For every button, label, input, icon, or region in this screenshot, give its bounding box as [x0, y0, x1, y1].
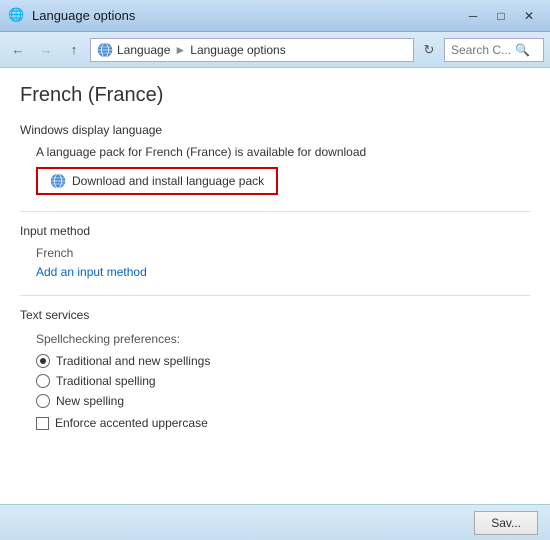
radio-label-3: New spelling [56, 394, 124, 408]
up-button[interactable]: ↑ [62, 38, 86, 62]
main-content: French (France) Windows display language… [0, 68, 550, 504]
forward-button[interactable]: → [34, 38, 58, 62]
text-services-label: Text services [20, 308, 530, 322]
minimize-button[interactable]: ─ [460, 5, 486, 27]
title-bar: 🌐 Language options ─ □ ✕ [0, 0, 550, 32]
download-info-text: A language pack for French (France) is a… [36, 145, 530, 159]
download-globe-icon [50, 173, 66, 189]
path-text: Language [117, 43, 170, 57]
window-title: Language options [32, 8, 135, 23]
close-button[interactable]: ✕ [516, 5, 542, 27]
address-bar: ← → ↑ Language ► Language options ↻ 🔍 [0, 32, 550, 68]
search-icon: 🔍 [515, 43, 530, 57]
input-method-name: French [36, 246, 530, 260]
path-current: Language options [190, 43, 285, 57]
spellcheck-label: Spellchecking preferences: [36, 332, 530, 346]
download-install-button[interactable]: Download and install language pack [36, 167, 278, 195]
input-method-section: Input method French Add an input method [20, 224, 530, 279]
radio-circle-2 [36, 374, 50, 388]
title-controls: ─ □ ✕ [460, 5, 542, 27]
page-title: French (France) [20, 84, 530, 107]
input-method-label: Input method [20, 224, 530, 238]
search-input[interactable] [451, 43, 511, 57]
windows-display-section: Windows display language A language pack… [20, 123, 530, 195]
add-input-method-link[interactable]: Add an input method [36, 265, 147, 279]
maximize-button[interactable]: □ [488, 5, 514, 27]
windows-display-label: Windows display language [20, 123, 530, 137]
refresh-button[interactable]: ↻ [418, 39, 440, 61]
path-sep1: ► [174, 43, 186, 57]
bottom-bar: Sav... [0, 504, 550, 540]
divider-2 [20, 295, 530, 296]
search-box[interactable]: 🔍 [444, 38, 544, 62]
title-bar-left: 🌐 Language options [8, 7, 135, 25]
radio-circle-3 [36, 394, 50, 408]
text-services-section: Text services Spellchecking preferences:… [20, 308, 530, 430]
enforce-uppercase-checkbox[interactable]: Enforce accented uppercase [36, 416, 530, 430]
divider-1 [20, 211, 530, 212]
radio-label-2: Traditional spelling [56, 374, 156, 388]
download-btn-label: Download and install language pack [72, 174, 264, 188]
radio-circle-1 [36, 354, 50, 368]
radio-traditional[interactable]: Traditional spelling [36, 374, 530, 388]
checkbox-label: Enforce accented uppercase [55, 416, 208, 430]
back-button[interactable]: ← [6, 38, 30, 62]
save-button[interactable]: Sav... [474, 511, 538, 535]
radio-group: Traditional and new spellings Traditiona… [36, 354, 530, 408]
radio-traditional-new[interactable]: Traditional and new spellings [36, 354, 530, 368]
radio-new-spelling[interactable]: New spelling [36, 394, 530, 408]
checkbox-box [36, 417, 49, 430]
window-icon: 🌐 [8, 7, 26, 25]
address-path[interactable]: Language ► Language options [90, 38, 414, 62]
path-globe-icon [97, 42, 113, 58]
radio-label-1: Traditional and new spellings [56, 354, 210, 368]
